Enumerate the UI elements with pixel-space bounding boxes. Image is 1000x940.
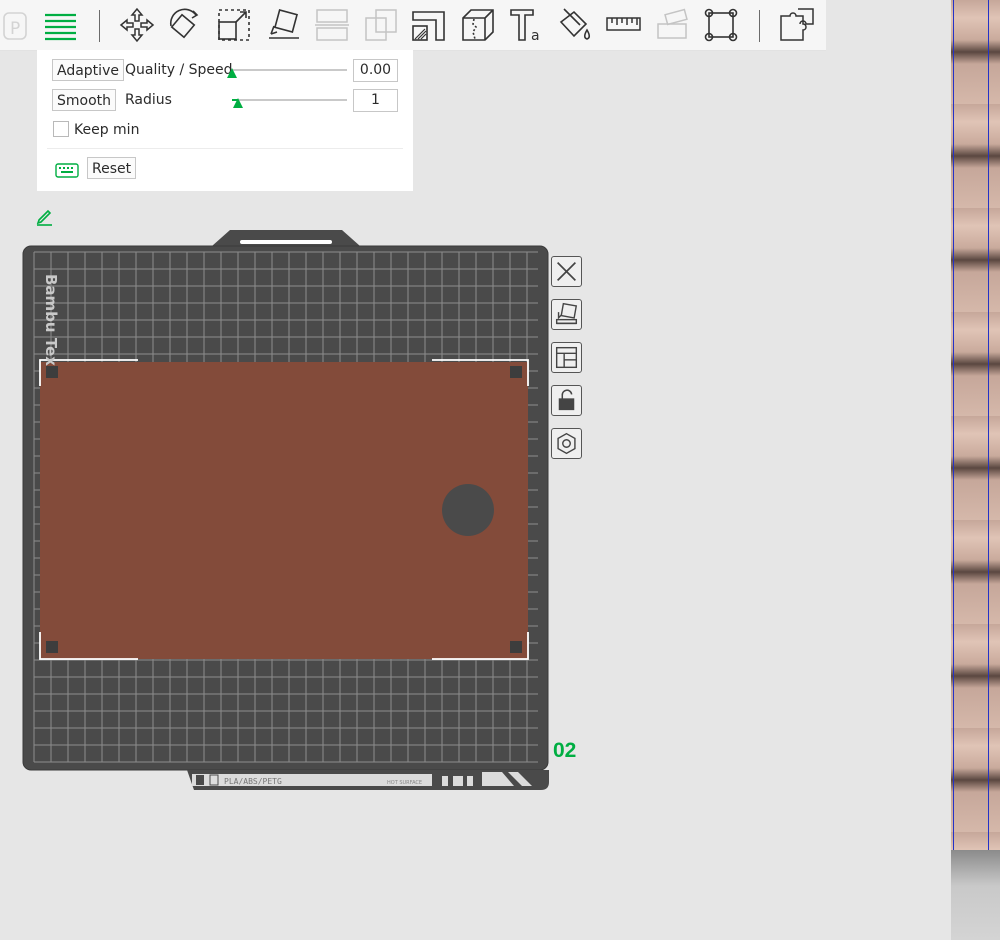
- support-painting-icon[interactable]: [410, 6, 448, 44]
- layers-icon[interactable]: [42, 6, 80, 44]
- text-icon[interactable]: a: [508, 6, 546, 44]
- move-icon[interactable]: [118, 6, 156, 44]
- plate-brand-text: Bambu Tex: [42, 274, 60, 366]
- toolbar-separator: [99, 10, 100, 42]
- cut-icon[interactable]: [313, 6, 351, 44]
- quality-speed-slider[interactable]: [227, 68, 347, 78]
- color-painting-icon[interactable]: [556, 6, 594, 44]
- assembly-icon[interactable]: [654, 6, 692, 44]
- quality-speed-slider-thumb[interactable]: [227, 68, 237, 78]
- seam-painting-icon[interactable]: [459, 6, 497, 44]
- panel-divider: [47, 148, 403, 149]
- arrange-button[interactable]: [551, 342, 582, 373]
- plate-number[interactable]: 02: [553, 739, 576, 763]
- scale-icon[interactable]: [215, 6, 253, 44]
- keyboard-icon[interactable]: [55, 162, 79, 178]
- model-hole: [442, 484, 494, 536]
- measure-icon[interactable]: [605, 6, 643, 44]
- plate-icon[interactable]: P: [0, 6, 38, 44]
- radius-label: Radius: [125, 92, 172, 108]
- split-parts-icon[interactable]: [778, 6, 816, 44]
- radius-slider[interactable]: [232, 98, 347, 108]
- edit-plate-name-icon[interactable]: [34, 206, 54, 226]
- remove-plate-button[interactable]: [551, 256, 582, 287]
- radius-slider-thumb[interactable]: [232, 98, 243, 108]
- layer-range-line: [988, 0, 989, 850]
- boolean-icon[interactable]: [362, 6, 400, 44]
- fit-frame-icon[interactable]: [702, 6, 740, 44]
- quality-speed-label: Quality / Speed: [125, 62, 233, 78]
- svg-text:P: P: [10, 19, 20, 39]
- radius-input[interactable]: 1: [353, 89, 398, 112]
- rotate-icon[interactable]: [166, 6, 204, 44]
- variable-layer-height-panel: Adaptive Quality / Speed 0.00 Smooth Rad…: [37, 50, 413, 191]
- plate-top-tab-marker: [240, 240, 332, 244]
- lay-on-face-icon[interactable]: [265, 6, 303, 44]
- lock-button[interactable]: [551, 385, 582, 416]
- hot-surface-label: HOT SURFACE: [387, 780, 422, 786]
- layer-range-line: [953, 0, 954, 850]
- plate-settings-button[interactable]: [551, 428, 582, 459]
- smooth-button[interactable]: Smooth: [52, 89, 117, 111]
- adjacent-view-strip-bottom: [951, 850, 1000, 940]
- keep-min-checkbox[interactable]: [53, 121, 69, 137]
- auto-orient-button[interactable]: [551, 299, 582, 330]
- keep-min-label: Keep min: [74, 122, 140, 138]
- reset-button[interactable]: Reset: [87, 157, 137, 179]
- adjacent-view-strip: [951, 0, 1000, 940]
- toolbar-separator: [759, 10, 760, 42]
- adaptive-button[interactable]: Adaptive: [52, 59, 124, 81]
- plate-label-icon: [196, 775, 204, 785]
- plate-type-label: PLA/ABS/PETG: [224, 777, 282, 786]
- quality-speed-input[interactable]: 0.00: [353, 59, 398, 82]
- svg-text:a: a: [531, 28, 540, 44]
- main-toolbar: P a: [0, 0, 826, 51]
- build-plate[interactable]: Bambu Tex PLA/ABS/PETG HOT SURFACE: [22, 226, 552, 796]
